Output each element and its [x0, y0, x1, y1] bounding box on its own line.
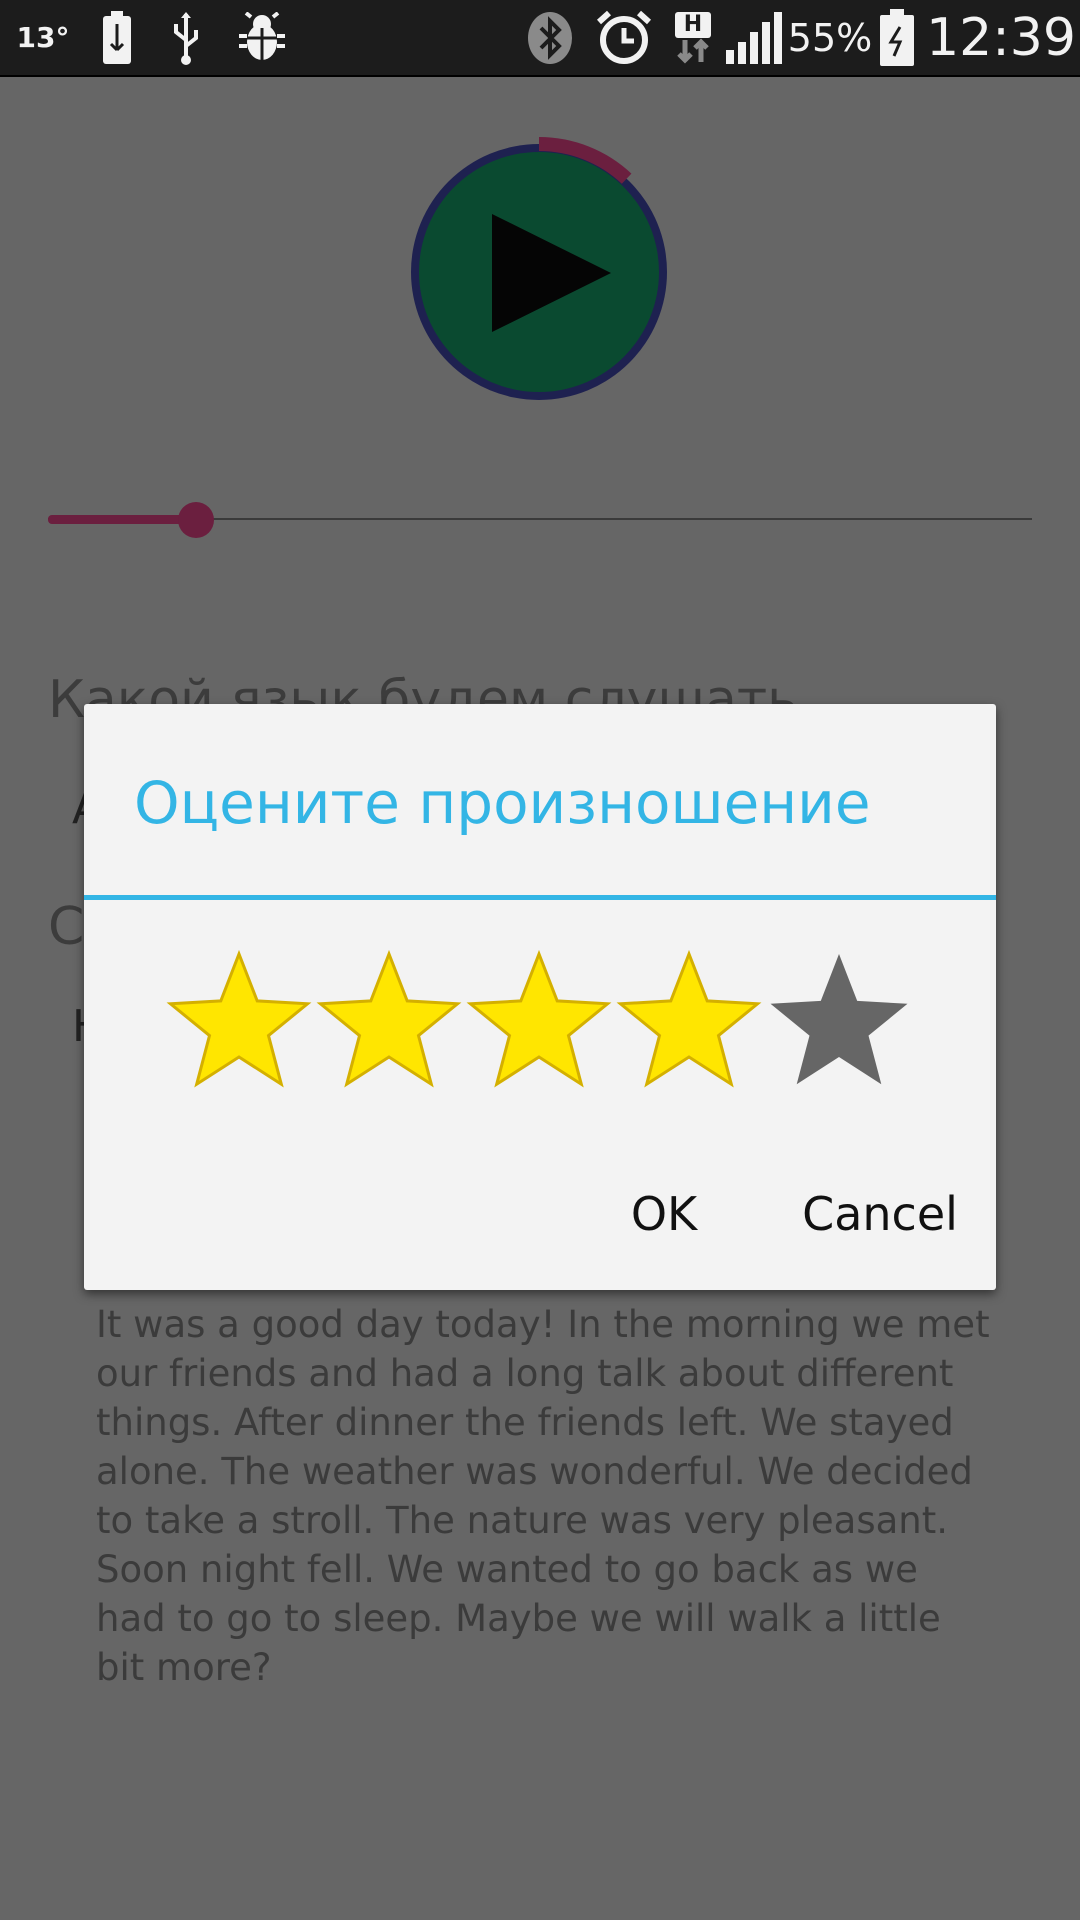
temperature-text: 13° [16, 21, 70, 54]
network-h-icon: H [670, 0, 716, 75]
battery-icon [876, 0, 918, 75]
network-type-label: H [675, 11, 711, 38]
alarm-icon [594, 0, 654, 75]
bluetooth-icon [526, 0, 574, 75]
usb-icon [166, 0, 206, 75]
debug-icon [236, 0, 288, 75]
status-bar: 13° H 55% 12:39 [0, 0, 1080, 77]
battery-status-icon [96, 0, 138, 75]
battery-percent-text: 55% [787, 15, 873, 60]
signal-icon [722, 0, 786, 75]
rating-dialog: Оцените произношение OK Cancel [84, 704, 996, 1290]
star-filled-icon[interactable] [614, 948, 764, 1088]
dialog-title: Оцените произношение [134, 769, 871, 837]
clock-text: 12:39 [926, 7, 1076, 68]
star-filled-icon[interactable] [164, 948, 314, 1088]
dialog-title-divider [84, 895, 996, 900]
seek-bar-progress [48, 515, 196, 524]
star-filled-icon[interactable] [464, 948, 614, 1088]
second-section-label: C [48, 897, 85, 957]
star-filled-icon[interactable] [314, 948, 464, 1088]
ok-button[interactable]: OK [564, 1164, 764, 1264]
story-text: It was a good day today! In the morning … [96, 1303, 990, 1689]
rating-bar[interactable] [164, 948, 914, 1088]
cancel-button[interactable]: Cancel [764, 1164, 996, 1264]
seek-bar-thumb[interactable] [177, 502, 214, 538]
star-empty-icon[interactable] [764, 948, 914, 1088]
play-button[interactable] [404, 137, 674, 407]
